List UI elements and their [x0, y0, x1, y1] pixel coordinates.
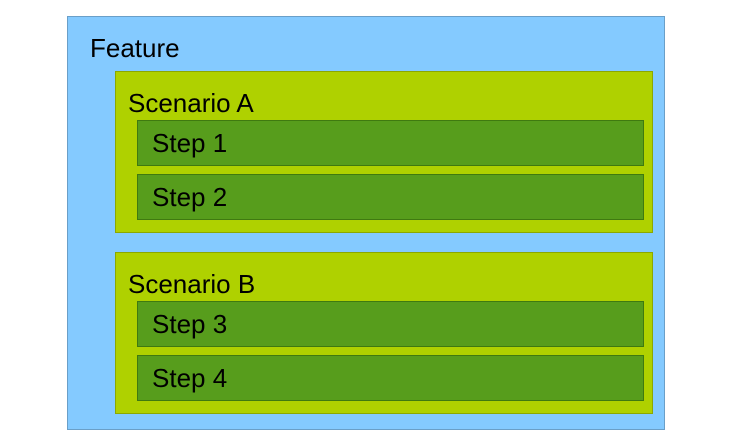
step-1-box: Step 1: [137, 120, 644, 166]
step-2-label: Step 2: [152, 182, 228, 212]
scenario-a-title: Scenario A: [128, 88, 254, 118]
step-3-label: Step 3: [152, 309, 228, 339]
scenario-b-container: Scenario B Step 3 Step 4: [115, 252, 653, 414]
scenario-b-title: Scenario B: [128, 269, 256, 299]
scenario-a-container: Scenario A Step 1 Step 2: [115, 71, 653, 233]
step-4-label: Step 4: [152, 363, 228, 393]
step-3-box: Step 3: [137, 301, 644, 347]
step-4-box: Step 4: [137, 355, 644, 401]
step-2-box: Step 2: [137, 174, 644, 220]
feature-container: Feature Scenario A Step 1 Step 2 Scenari…: [67, 16, 665, 430]
step-1-label: Step 1: [152, 128, 228, 158]
feature-title: Feature: [90, 33, 180, 63]
